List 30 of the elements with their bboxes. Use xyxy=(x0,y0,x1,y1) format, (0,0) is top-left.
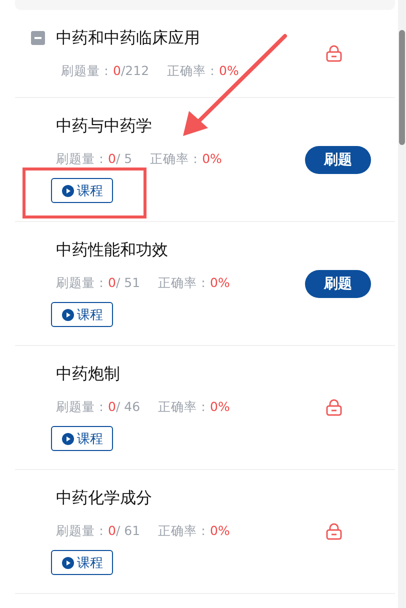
chapter-title: 中药和中药临床应用 xyxy=(56,28,200,48)
accuracy-rate: 正确率：0% xyxy=(158,523,230,540)
practice-button[interactable]: 刷题 xyxy=(305,270,371,298)
play-icon xyxy=(62,432,74,444)
question-count: 刷题量：0/212 xyxy=(61,62,150,80)
scrollbar[interactable] xyxy=(399,30,405,145)
section-title: 中药炮制 xyxy=(56,364,120,383)
accuracy-rate: 正确率：0% xyxy=(158,399,230,416)
question-count: 刷题量：0/ 51 xyxy=(56,275,140,292)
play-icon xyxy=(62,556,74,568)
course-button[interactable]: 课程 xyxy=(51,302,113,327)
lock-icon xyxy=(326,523,342,540)
collapse-icon[interactable] xyxy=(31,31,45,45)
course-button[interactable]: 课程 xyxy=(51,550,113,575)
lock-icon xyxy=(326,399,342,416)
play-icon xyxy=(62,308,74,320)
question-count: 刷题量：0/ 61 xyxy=(56,523,140,540)
section-title: 中药化学成分 xyxy=(56,488,152,507)
section-title: 中药性能和功效 xyxy=(56,240,168,259)
accuracy-rate: 正确率：0% xyxy=(150,151,222,168)
question-count: 刷题量：0/ 46 xyxy=(56,399,140,416)
question-count: 刷题量：0/ 5 xyxy=(56,151,132,168)
practice-button[interactable]: 刷题 xyxy=(305,146,371,174)
course-button[interactable]: 课程 xyxy=(51,426,113,451)
accuracy-rate: 正确率：0% xyxy=(158,275,230,292)
accuracy-rate: 正确率：0% xyxy=(167,62,239,80)
lock-icon xyxy=(326,45,342,62)
play-icon xyxy=(62,184,74,196)
section-title: 中药与中药学 xyxy=(56,116,152,135)
course-button[interactable]: 课程 xyxy=(51,178,113,203)
